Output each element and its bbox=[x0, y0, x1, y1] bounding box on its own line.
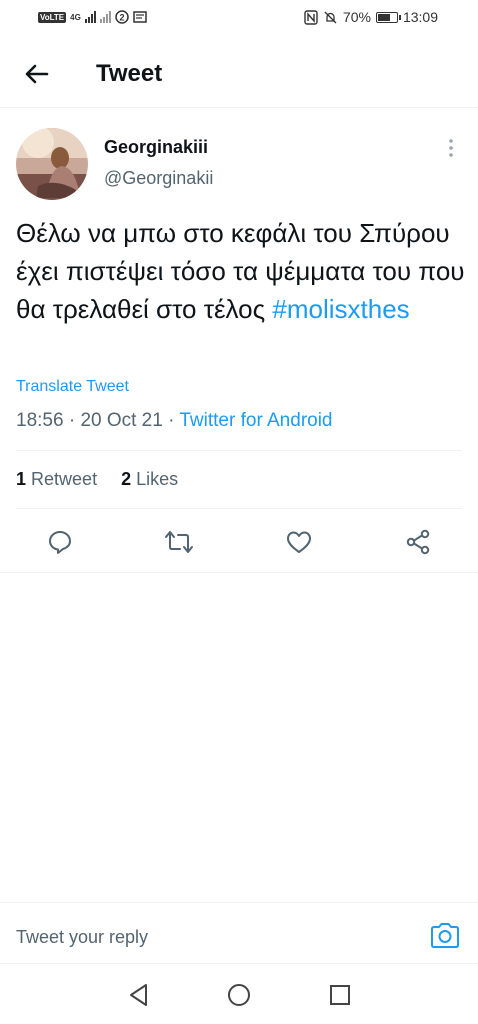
author-handle[interactable]: @Georginakii bbox=[104, 168, 213, 189]
meta-separator: · bbox=[68, 410, 81, 431]
arrow-left-icon[interactable] bbox=[22, 59, 52, 89]
signal-strength-2-icon bbox=[99, 11, 111, 23]
tweet-source-link[interactable]: Twitter for Android bbox=[179, 410, 332, 431]
tweet-time: 18:56 bbox=[16, 410, 64, 431]
retweet-button[interactable] bbox=[157, 520, 201, 564]
status-left: VoLTE 4G 2 bbox=[38, 10, 147, 24]
avatar[interactable] bbox=[16, 128, 88, 200]
tweet-meta: 18:56 · 20 Oct 21 · Twitter for Android bbox=[16, 410, 333, 432]
mute-bell-icon bbox=[324, 11, 337, 23]
status-right: 70% 13:09 bbox=[304, 9, 438, 25]
likes-stat[interactable]: 2 Likes bbox=[121, 469, 178, 489]
reply-icon bbox=[49, 531, 71, 554]
translate-tweet-link[interactable]: Translate Tweet bbox=[16, 378, 129, 396]
volte-badge: VoLTE bbox=[38, 11, 67, 23]
share-icon bbox=[406, 529, 430, 555]
navigation-bar bbox=[0, 966, 478, 1024]
header: Tweet bbox=[0, 42, 478, 108]
divider bbox=[16, 508, 462, 509]
clock: 13:09 bbox=[402, 9, 438, 25]
data-saver-icon: 2 bbox=[115, 10, 129, 24]
battery-percent: 70% bbox=[342, 9, 371, 25]
reply-input[interactable]: Tweet your reply bbox=[16, 927, 148, 948]
retweet-icon bbox=[165, 531, 193, 553]
message-notification-icon bbox=[133, 11, 147, 23]
status-bar: VoLTE 4G 2 70% 13:09 bbox=[0, 0, 478, 36]
tweet-date: 20 Oct 21 bbox=[80, 410, 163, 431]
svg-text:2: 2 bbox=[119, 13, 124, 23]
divider bbox=[16, 450, 462, 451]
likes-count: 2 bbox=[121, 469, 132, 489]
action-bar bbox=[0, 520, 478, 564]
divider bbox=[0, 572, 478, 573]
meta-separator: · bbox=[168, 410, 180, 431]
likes-label: Likes bbox=[136, 469, 179, 489]
home-circle-icon[interactable] bbox=[224, 980, 254, 1010]
like-button[interactable] bbox=[277, 520, 321, 564]
battery-icon bbox=[375, 11, 401, 23]
reply-bar: Tweet your reply bbox=[0, 902, 478, 964]
more-options-icon[interactable] bbox=[441, 137, 461, 159]
like-icon bbox=[287, 531, 311, 553]
tweet-text: Θέλω να μπω στο κεφάλι του Σπύρου έχει π… bbox=[16, 214, 466, 328]
hashtag-link[interactable]: #molisxthes bbox=[272, 294, 409, 324]
back-triangle-icon[interactable] bbox=[124, 980, 154, 1010]
page-title: Tweet bbox=[96, 60, 163, 87]
camera-icon[interactable] bbox=[428, 919, 462, 953]
signal-strength-icon bbox=[84, 11, 96, 23]
retweet-count: 1 bbox=[16, 469, 27, 489]
author-name[interactable]: Georginakiii bbox=[104, 137, 208, 158]
retweet-label: Retweet bbox=[31, 469, 98, 489]
recents-square-icon[interactable] bbox=[325, 980, 355, 1010]
reply-button[interactable] bbox=[38, 520, 82, 564]
tweet-stats: 1 Retweet 2 Likes bbox=[16, 469, 178, 490]
nfc-icon bbox=[304, 9, 318, 25]
share-button[interactable] bbox=[396, 520, 440, 564]
network-type: 4G bbox=[70, 12, 81, 22]
retweets-stat[interactable]: 1 Retweet bbox=[16, 469, 97, 489]
